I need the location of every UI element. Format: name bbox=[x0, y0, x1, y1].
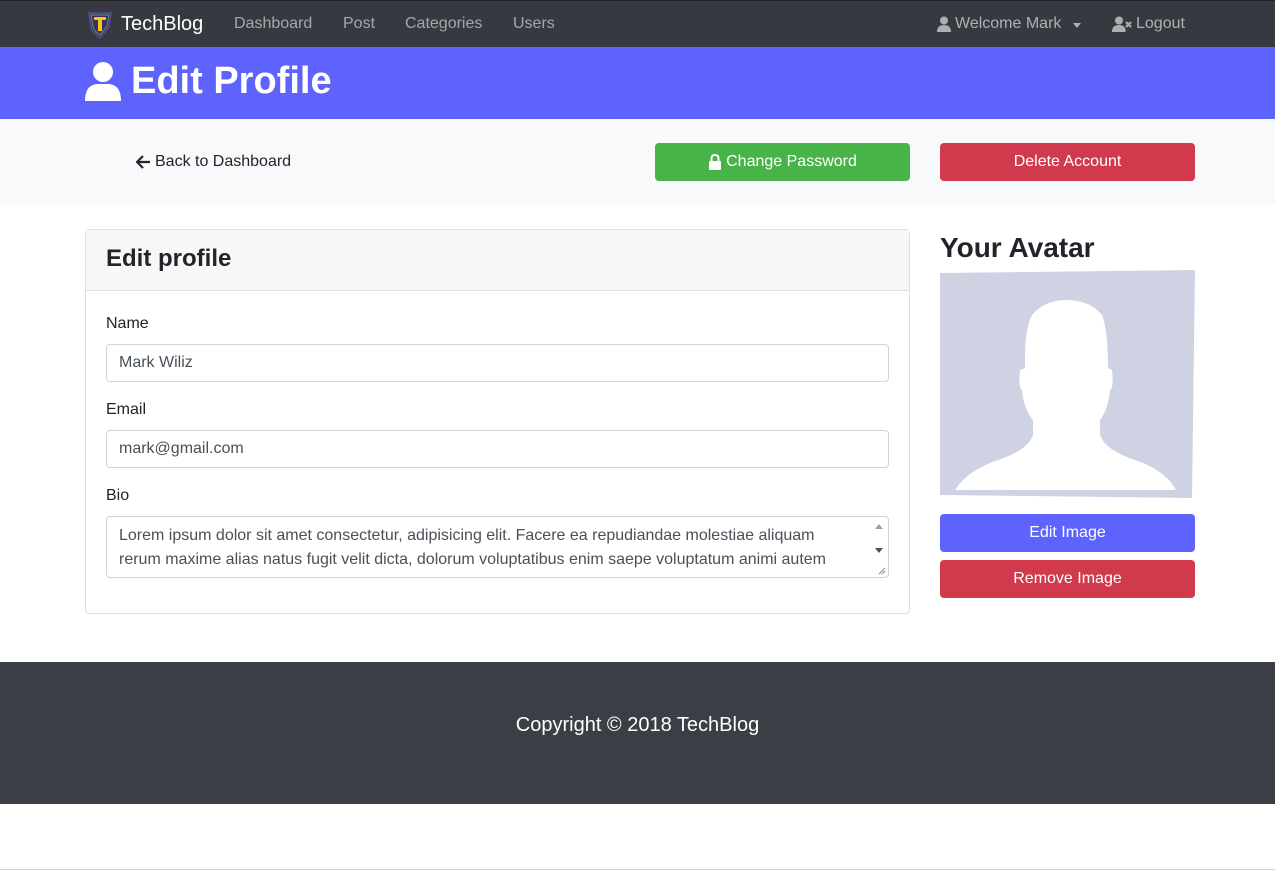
page-title: Edit Profile bbox=[131, 60, 332, 102]
arrow-left-icon bbox=[136, 155, 150, 169]
brand-link[interactable]: TechBlog bbox=[85, 8, 203, 40]
card-title: Edit profile bbox=[106, 245, 232, 272]
brand-name: TechBlog bbox=[121, 12, 204, 35]
avatar-silhouette bbox=[940, 270, 1195, 498]
card-header: Edit profile bbox=[86, 230, 909, 291]
lock-icon bbox=[709, 154, 722, 170]
nav-dashboard[interactable]: Dashboard bbox=[234, 15, 312, 33]
avatar-title: Your Avatar bbox=[940, 232, 1095, 263]
bio-textarea[interactable]: Lorem ipsum dolor sit amet consectetur, … bbox=[106, 516, 889, 578]
back-to-dashboard-link[interactable]: Back to Dashboard bbox=[136, 153, 291, 171]
edit-image-button[interactable]: Edit Image bbox=[940, 514, 1195, 552]
remove-image-button[interactable]: Remove Image bbox=[940, 560, 1195, 598]
page-header: Edit Profile bbox=[0, 47, 1275, 119]
user-icon bbox=[937, 16, 951, 32]
delete-account-button[interactable]: Delete Account bbox=[940, 143, 1195, 181]
change-password-label: Change Password bbox=[726, 153, 857, 170]
bio-label: Bio bbox=[106, 487, 130, 504]
back-label: Back to Dashboard bbox=[155, 153, 292, 170]
nav-users[interactable]: Users bbox=[513, 15, 555, 33]
nav-categories[interactable]: Categories bbox=[405, 15, 482, 33]
welcome-label: Welcome Mark bbox=[955, 15, 1062, 32]
scroll-up-icon[interactable] bbox=[875, 524, 883, 529]
user-icon bbox=[85, 62, 121, 101]
bio-text: Lorem ipsum dolor sit amet consectetur, … bbox=[119, 527, 826, 568]
action-bar: Back to Dashboard Change Password Delete… bbox=[0, 119, 1275, 205]
caret-down-icon bbox=[1073, 22, 1082, 28]
bottom-divider bbox=[0, 869, 1275, 870]
user-times-icon bbox=[1112, 16, 1132, 32]
nav-post[interactable]: Post bbox=[343, 15, 375, 33]
scroll-down-icon[interactable] bbox=[875, 548, 883, 553]
copyright-text: Copyright © 2018 TechBlog bbox=[515, 714, 760, 736]
change-password-button[interactable]: Change Password bbox=[655, 143, 910, 181]
email-input[interactable]: mark@gmail.com bbox=[106, 430, 889, 468]
top-navbar: TechBlog Dashboard Post Categories Users… bbox=[0, 0, 1275, 47]
logout-link[interactable]: Logout bbox=[1112, 15, 1185, 33]
edit-profile-card: Edit profile Name Mark Wiliz Email mark@… bbox=[85, 229, 910, 614]
resize-grip-icon[interactable] bbox=[876, 565, 886, 575]
welcome-dropdown[interactable]: Welcome Mark bbox=[937, 15, 1082, 33]
email-label: Email bbox=[106, 401, 147, 418]
page-footer: Copyright © 2018 TechBlog bbox=[0, 662, 1275, 804]
name-label: Name bbox=[106, 315, 149, 332]
name-input[interactable]: Mark Wiliz bbox=[106, 344, 889, 382]
brand-logo-icon bbox=[88, 12, 112, 39]
logout-label: Logout bbox=[1136, 15, 1185, 32]
